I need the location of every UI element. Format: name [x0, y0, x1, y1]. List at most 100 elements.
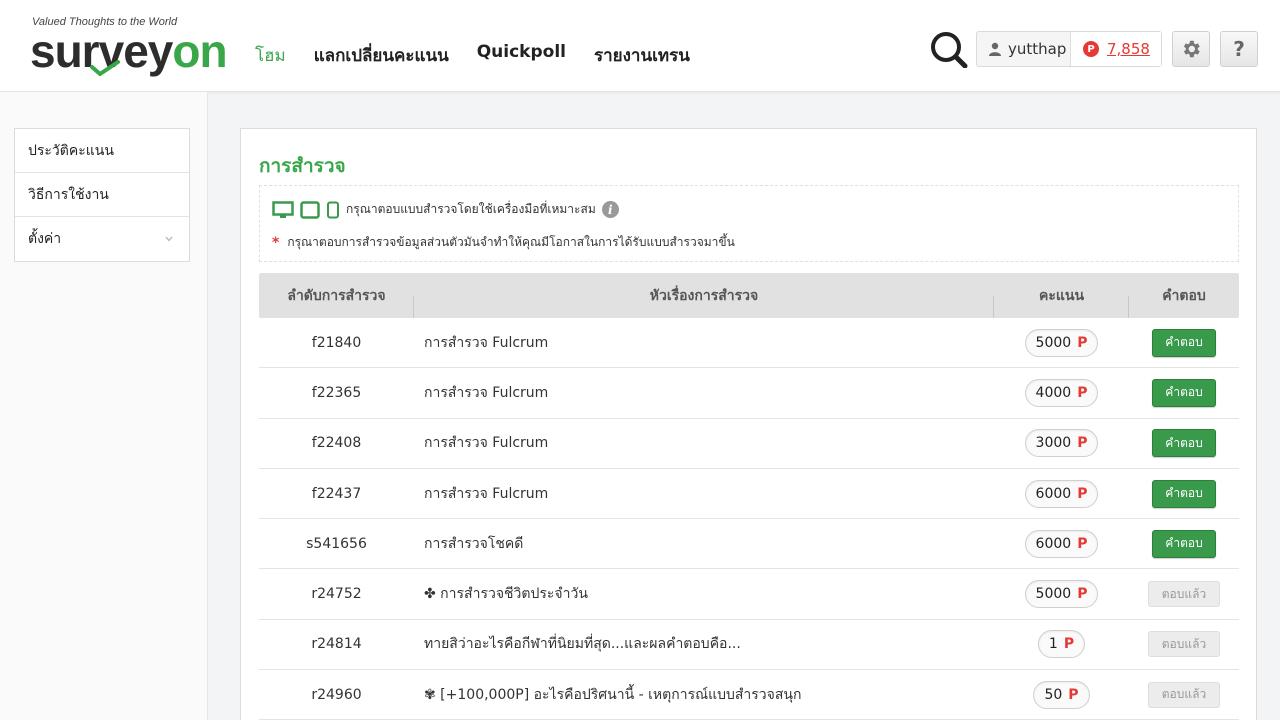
survey-table: ลำดับการสำรวจ หัวเรื่องการสำรวจ คะแนน คำ… — [259, 273, 1239, 720]
smartphone-icon — [327, 201, 339, 218]
answer-button[interactable]: คำตอบ — [1152, 378, 1216, 407]
logo-check-icon — [90, 60, 120, 76]
survey-id: f22365 — [311, 384, 362, 401]
user-profile[interactable]: yutthap — [977, 32, 1071, 66]
chevron-down-icon — [165, 236, 173, 242]
table-row: r24814 ทายสิว่าอะไรคือกีฬาที่นิยมที่สุด..… — [259, 620, 1239, 671]
table-row: r24960 ✾ [+100,000P] อะไรคือปริศนานี้ - เ… — [259, 670, 1239, 720]
points-unit: P — [1068, 686, 1079, 703]
table-row: f22437 การสำรวจ Fulcrum 6000 P คำตอบ — [259, 469, 1239, 520]
points-amount: 6000 — [1035, 485, 1072, 502]
answer-button[interactable]: คำตอบ — [1152, 429, 1216, 458]
notice-personal-text: กรุณาตอบการสำรวจข้อมูลส่วนตัวมันจำทำให้ค… — [287, 235, 735, 249]
survey-title: ✾ [+100,000P] อะไรคือปริศนานี้ - เหตุการ… — [424, 686, 802, 703]
points-amount: 50 — [1044, 686, 1063, 703]
points-pill: 5000 P — [1024, 580, 1099, 609]
table-header: ลำดับการสำรวจ หัวเรื่องการสำรวจ คะแนน คำ… — [259, 273, 1239, 318]
points-unit: P — [1077, 485, 1088, 502]
answered-button: ตอบแล้ว — [1148, 581, 1220, 608]
survey-id: r24752 — [311, 586, 362, 603]
nav-quickpoll[interactable]: Quickpoll — [477, 42, 566, 69]
points-unit: P — [1077, 586, 1088, 603]
survey-panel: การสำรวจ กรุณาตอบแบบสำรวจโดยใช้เครื่องมื… — [240, 128, 1257, 720]
sidebar-item-label: ตั้งค่า — [28, 231, 62, 247]
table-body: f21840 การสำรวจ Fulcrum 5000 P คำตอบ f22365 กา… — [259, 318, 1239, 720]
user-account-box: yutthap P 7,858 — [976, 31, 1162, 67]
settings-button[interactable] — [1172, 31, 1210, 67]
info-icon[interactable]: i — [601, 201, 619, 218]
survey-title: การสำรวจ Fulcrum — [424, 435, 549, 452]
answer-button[interactable]: คำตอบ — [1152, 328, 1216, 357]
survey-title: การสำรวจ Fulcrum — [424, 334, 549, 351]
notice-box: กรุณาตอบแบบสำรวจโดยใช้เครื่องมือที่เหมาะ… — [259, 185, 1239, 262]
points-amount: 5000 — [1035, 586, 1072, 603]
sidebar-item-label: วิธีการใช้งาน — [28, 186, 109, 203]
points-pill: 6000 P — [1024, 479, 1099, 508]
nav-trend-report[interactable]: รายงานเทรน — [594, 42, 690, 69]
points-unit: P — [1077, 535, 1088, 552]
help-button[interactable]: ? — [1220, 31, 1258, 67]
points-amount: 4000 — [1035, 384, 1072, 401]
desktop-icon — [272, 200, 294, 218]
points-amount: 1 — [1048, 636, 1058, 653]
sidebar-menu: ประวัติคะแนน วิธีการใช้งาน ตั้งค่า — [14, 128, 190, 262]
survey-id: r24960 — [311, 686, 362, 703]
help-icon: ? — [1233, 37, 1245, 61]
answer-button[interactable]: คำตอบ — [1152, 479, 1216, 508]
required-asterisk: * — [272, 234, 280, 251]
points-pill: 4000 P — [1024, 378, 1099, 407]
survey-id: s541656 — [306, 535, 367, 552]
survey-id: r24814 — [311, 636, 362, 653]
notice-device-text: กรุณาตอบแบบสำรวจโดยใช้เครื่องมือที่เหมาะ… — [346, 202, 596, 216]
survey-title: ✤ การสำรวจชีวิตประจำวัน — [424, 586, 588, 603]
answered-button: ตอบแล้ว — [1148, 681, 1220, 708]
nav-exchange-points[interactable]: แลกเปลี่ยนคะแนน — [314, 42, 449, 69]
sidebar-item-settings[interactable]: ตั้งค่า — [15, 217, 189, 261]
points-pill: 5000 P — [1024, 328, 1099, 357]
page-title: การสำรวจ — [259, 155, 346, 177]
points-value[interactable]: 7,858 — [1107, 40, 1150, 58]
table-row: f21840 การสำรวจ Fulcrum 5000 P คำตอบ — [259, 318, 1239, 369]
survey-title: การสำรวจ Fulcrum — [424, 384, 549, 401]
nav-home[interactable]: โฮม — [255, 42, 286, 69]
sidebar-item-label: ประวัติคะแนน — [28, 142, 114, 159]
col-survey-title: หัวเรื่องการสำรวจ — [414, 285, 994, 318]
points-amount: 5000 — [1035, 334, 1072, 351]
points-unit: P — [1077, 334, 1088, 351]
sidebar-item-how-to-use[interactable]: วิธีการใช้งาน — [15, 173, 189, 217]
main-nav: โฮม แลกเปลี่ยนคะแนน Quickpoll รายงานเทรน — [255, 42, 690, 69]
survey-id: f22437 — [311, 485, 362, 502]
points-display[interactable]: P 7,858 — [1071, 32, 1161, 66]
points-pill: 1P — [1037, 630, 1086, 659]
col-points: คะแนน — [994, 285, 1129, 318]
user-icon — [989, 42, 1001, 56]
points-unit: P — [1077, 435, 1088, 452]
top-header: Valued Thoughts to the World surveyon โฮ… — [0, 0, 1280, 92]
points-pill: 6000 P — [1024, 529, 1099, 558]
table-row: f22408 การสำรวจ Fulcrum 3000 P คำตอบ — [259, 419, 1239, 469]
col-answer: คำตอบ — [1162, 287, 1206, 304]
answer-button[interactable]: คำตอบ — [1152, 529, 1216, 558]
points-pill: 50 P — [1033, 680, 1090, 709]
points-amount: 3000 — [1035, 435, 1072, 452]
survey-title: การสำรวจ Fulcrum — [424, 485, 549, 502]
survey-title: การสำรวจโชคดี — [424, 535, 524, 552]
table-row: r24752 ✤ การสำรวจชีวิตประจำวัน 5000 P ตอบแล้… — [259, 569, 1239, 620]
table-row: s541656 การสำรวจโชคดี 6000 P คำตอบ — [259, 519, 1239, 570]
points-pill: 3000 P — [1024, 429, 1099, 458]
surveyon-logo[interactable]: Valued Thoughts to the World surveyon — [30, 16, 230, 76]
tablet-icon — [300, 200, 320, 219]
survey-id: f22408 — [311, 435, 362, 452]
points-unit: P — [1063, 636, 1075, 653]
points-amount: 6000 — [1035, 535, 1072, 552]
survey-title: ทายสิว่าอะไรคือกีฬาที่นิยมที่สุด...และผล… — [424, 636, 741, 653]
gear-icon — [1183, 40, 1200, 58]
points-badge-icon: P — [1083, 41, 1099, 57]
survey-id: f21840 — [311, 334, 362, 351]
points-unit: P — [1077, 384, 1088, 401]
answered-button: ตอบแล้ว — [1148, 631, 1220, 658]
sidebar-item-point-history[interactable]: ประวัติคะแนน — [15, 129, 189, 173]
search-icon[interactable] — [930, 30, 968, 68]
username: yutthap — [1008, 40, 1067, 58]
table-row: f22365 การสำรวจ Fulcrum 4000 P คำตอบ — [259, 368, 1239, 419]
